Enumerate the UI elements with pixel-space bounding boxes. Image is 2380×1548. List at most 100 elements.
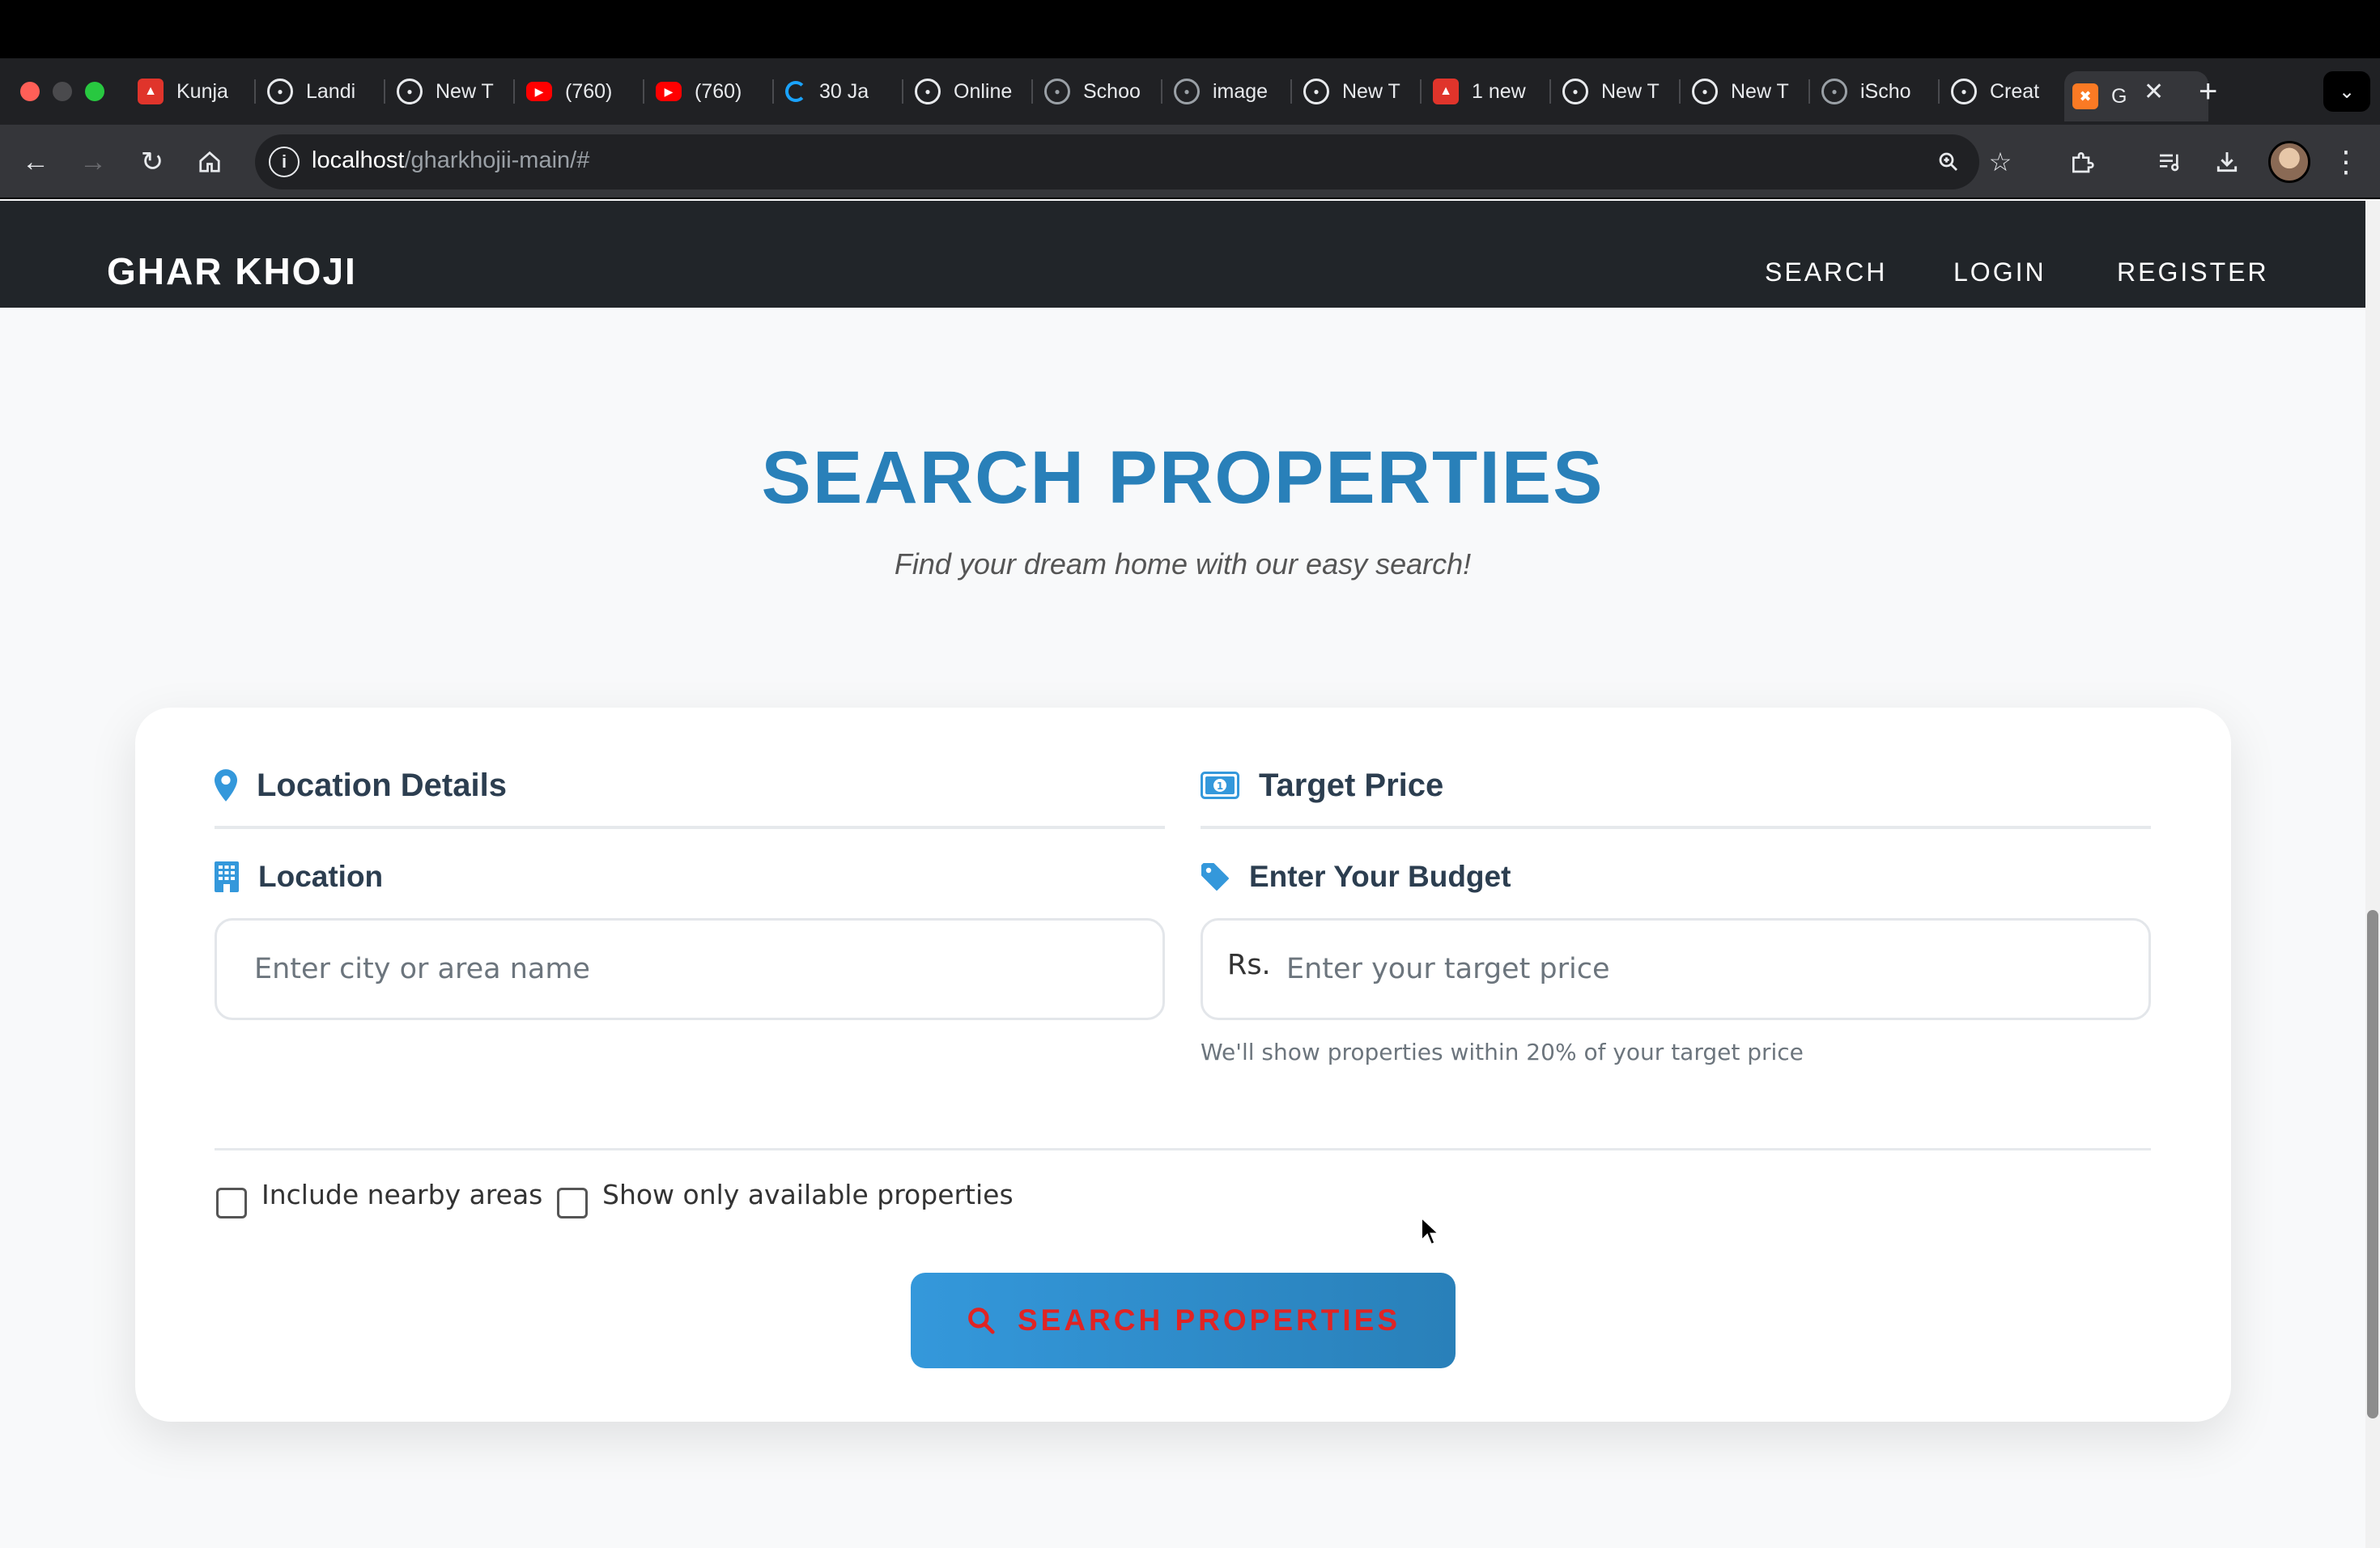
- browser-tab-label: New T: [1731, 79, 1789, 103]
- page-title: SEARCH PROPERTIES: [761, 436, 1604, 519]
- browser-tab[interactable]: ● image: [1166, 71, 1289, 112]
- openai-icon: ●: [267, 79, 293, 104]
- browser-tab[interactable]: ● Online: [907, 71, 1030, 112]
- tab-separator: [772, 79, 774, 104]
- browser-tab-label: New T: [1342, 79, 1400, 103]
- laravel-icon: ▲: [1433, 79, 1459, 104]
- new-tab-button[interactable]: +: [2199, 71, 2217, 112]
- options-divider: [215, 1148, 2151, 1150]
- price-tag-icon: [1201, 862, 1230, 891]
- browser-tab[interactable]: 30 Ja: [777, 71, 900, 112]
- download-icon[interactable]: [2209, 144, 2245, 180]
- tab-separator: [1808, 79, 1810, 104]
- tab-search-button[interactable]: ⌄: [2323, 71, 2370, 112]
- location-section-heading: Location Details: [215, 764, 507, 806]
- nav-login-link[interactable]: LOGIN: [1953, 257, 2046, 287]
- available-only-label[interactable]: Show only available properties: [602, 1179, 1014, 1210]
- browser-tab-label: iScho: [1860, 79, 1911, 103]
- browser-tab[interactable]: ● Schoo: [1036, 71, 1159, 112]
- browser-tab[interactable]: ▶ (760): [648, 71, 771, 112]
- site-info-icon[interactable]: i: [269, 147, 300, 177]
- location-section-title: Location Details: [257, 767, 507, 803]
- media-controls-icon[interactable]: [2152, 144, 2187, 180]
- browser-tab-label: image: [1213, 79, 1269, 103]
- browser-tab[interactable]: ● Creat: [1943, 71, 2066, 112]
- tab-separator: [1679, 79, 1681, 104]
- browser-tab-label: 30 Ja: [819, 79, 869, 103]
- nearby-areas-checkbox[interactable]: [216, 1188, 247, 1218]
- reload-button[interactable]: ↻: [134, 144, 170, 180]
- browser-tab[interactable]: ▶ (760): [518, 71, 641, 112]
- github-icon: ●: [915, 79, 941, 104]
- browser-tab-label: Creat: [1990, 79, 2040, 103]
- home-button[interactable]: [192, 144, 227, 180]
- loader-icon: [785, 81, 806, 102]
- currency-prefix: Rs.: [1227, 949, 1271, 981]
- github-icon: ●: [1951, 79, 1977, 104]
- globe-icon: ●: [1044, 79, 1070, 104]
- bookmark-star-icon[interactable]: ☆: [1983, 144, 2018, 180]
- browser-tab[interactable]: ● New T: [1295, 71, 1418, 112]
- location-section-divider: [215, 826, 1165, 829]
- browser-tab[interactable]: ● New T: [389, 71, 512, 112]
- available-only-checkbox[interactable]: [557, 1188, 588, 1218]
- page-scrollbar-thumb[interactable]: [2367, 910, 2378, 1418]
- browser-tab-label: Schoo: [1083, 79, 1141, 103]
- minimize-window-button[interactable]: [53, 82, 72, 101]
- search-button-label: SEARCH PROPERTIES: [1017, 1303, 1400, 1337]
- tab-separator: [1290, 79, 1292, 104]
- maximize-window-button[interactable]: [85, 82, 104, 101]
- tab-separator: [384, 79, 385, 104]
- extensions-icon[interactable]: [2064, 144, 2100, 180]
- chrome-icon: ●: [1692, 79, 1718, 104]
- url-host: localhost: [312, 147, 405, 173]
- browser-tab-label: Kunja: [176, 79, 228, 103]
- site-brand[interactable]: GHAR KHOJI: [107, 249, 357, 293]
- url-path: /gharkhojii-main/#: [404, 147, 590, 173]
- tab-separator: [513, 79, 515, 104]
- zoom-icon[interactable]: [1931, 144, 1966, 180]
- tab-separator: [1549, 79, 1551, 104]
- globe-icon: ●: [1821, 79, 1847, 104]
- price-hint: We'll show properties within 20% of your…: [1201, 1039, 1804, 1065]
- tab-separator: [1031, 79, 1033, 104]
- browser-tab-label: Landi: [306, 79, 356, 103]
- browser-menu-icon[interactable]: ⋮: [2331, 144, 2361, 180]
- close-tab-icon[interactable]: ✕: [2144, 78, 2164, 106]
- close-window-button[interactable]: [20, 82, 40, 101]
- browser-tab-active[interactable]: ✖ G: [2064, 71, 2208, 121]
- laravel-icon: ▲: [138, 79, 164, 104]
- profile-avatar[interactable]: [2268, 141, 2310, 183]
- url-text[interactable]: localhost/gharkhojii-main/#: [312, 147, 589, 174]
- tab-separator: [902, 79, 903, 104]
- forward-button[interactable]: →: [75, 144, 111, 180]
- browser-tab[interactable]: ▲ 1 new: [1425, 71, 1548, 112]
- budget-field-label: Enter Your Budget: [1201, 857, 1511, 897]
- money-bill-icon: 1: [1201, 772, 1239, 799]
- location-input[interactable]: [215, 918, 1165, 1020]
- tab-separator: [254, 79, 256, 104]
- nav-search-link[interactable]: SEARCH: [1765, 257, 1887, 287]
- browser-tab-label: (760): [695, 79, 742, 103]
- location-field-label: Location: [215, 857, 383, 897]
- globe-icon: ●: [1174, 79, 1200, 104]
- tab-separator: [1161, 79, 1162, 104]
- browser-tab[interactable]: ● New T: [1684, 71, 1807, 112]
- browser-tab[interactable]: ● Landi: [259, 71, 382, 112]
- browser-tab-label: New T: [1601, 79, 1660, 103]
- chrome-icon: ●: [397, 79, 423, 104]
- browser-tab[interactable]: ● iScho: [1813, 71, 1936, 112]
- window-titlebar: [0, 0, 2380, 58]
- mouse-cursor-icon: [1420, 1215, 1441, 1251]
- browser-tab-label: New T: [436, 79, 494, 103]
- nearby-areas-label[interactable]: Include nearby areas: [261, 1179, 542, 1210]
- location-label-text: Location: [258, 860, 384, 893]
- nav-register-link[interactable]: REGISTER: [2117, 257, 2269, 287]
- target-price-input[interactable]: [1201, 918, 2151, 1020]
- browser-tab[interactable]: ● New T: [1554, 71, 1677, 112]
- price-section-heading: 1 Target Price: [1201, 764, 1443, 806]
- browser-tab[interactable]: ▲ Kunja: [130, 71, 253, 112]
- back-button[interactable]: ←: [18, 144, 53, 180]
- search-properties-button[interactable]: SEARCH PROPERTIES: [911, 1273, 1456, 1368]
- browser-tab-label: G: [2111, 84, 2127, 108]
